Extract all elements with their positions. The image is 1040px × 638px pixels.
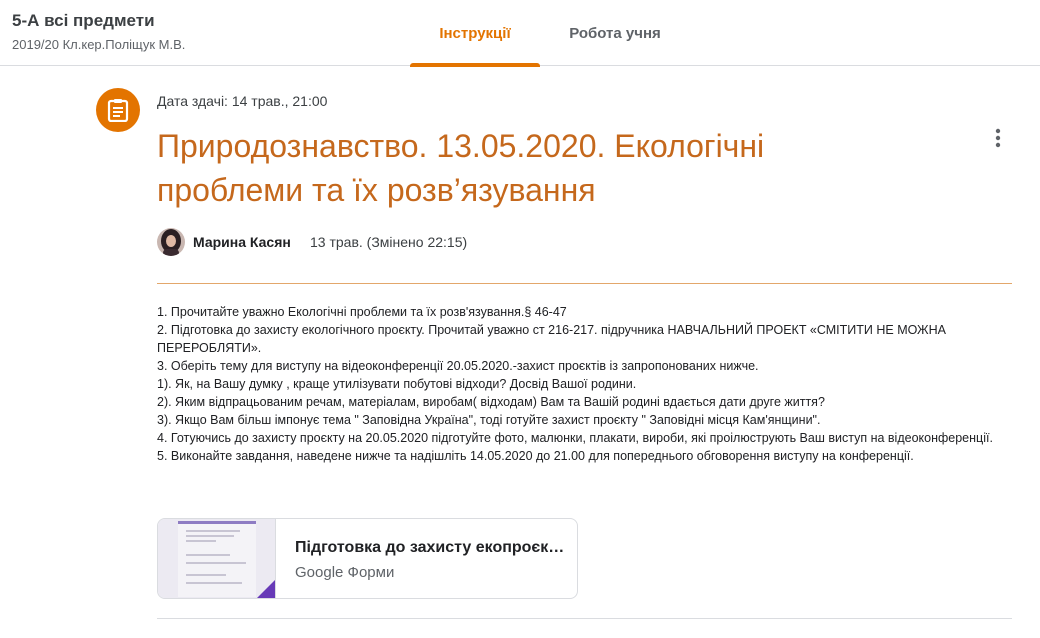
attachment-card[interactable]: Підготовка до захисту екопроєкту Google … (157, 518, 578, 599)
form-thumbnail (158, 519, 276, 598)
preview-line (186, 540, 216, 542)
preview-line (186, 582, 242, 584)
instruction-line: 1. Прочитайте уважно Екологічні проблеми… (157, 305, 567, 319)
preview-line (186, 574, 226, 576)
class-subtitle: 2019/20 Кл.кер.Поліщук М.В. (12, 37, 186, 52)
assignment-title: Природознавство. 13.05.2020. Екологічні … (157, 128, 765, 208)
due-date: Дата здачі: 14 трав., 21:00 (157, 93, 328, 109)
form-preview-sheet (178, 521, 256, 597)
attachment-type: Google Форми (295, 564, 395, 581)
attachment-title: Підготовка до захисту екопроєкту (295, 539, 565, 556)
class-info[interactable]: 5-А всі предмети 2019/20 Кл.кер.Поліщук … (12, 10, 185, 52)
preview-line (186, 554, 230, 556)
instruction-line: 2. Підготовка до захисту екологічного пр… (157, 323, 946, 355)
author-name: Марина Касян (193, 234, 291, 250)
preview-line (186, 562, 246, 564)
instruction-line: 2). Яким відпрацьованим речам, матеріала… (157, 395, 825, 409)
instructions-text: 1. Прочитайте уважно Екологічні проблеми… (157, 303, 1012, 465)
divider (157, 283, 1012, 284)
top-bar: 5-А всі предмети 2019/20 Кл.кер.Поліщук … (0, 0, 1040, 67)
posted-date: 13 трав. (Змінено 22:15) (310, 234, 468, 250)
instruction-line: 1). Як, на Вашу думку , краще утилізуват… (157, 377, 637, 391)
instruction-line: 3). Якщо Вам більш імпонує тема " Запові… (157, 413, 821, 427)
instruction-line: 3. Оберіть тему для виступу на відеоконф… (157, 359, 759, 373)
more-options-icon[interactable] (984, 122, 1012, 154)
avatar (157, 228, 185, 256)
preview-line (186, 535, 234, 537)
divider (157, 618, 1012, 619)
assignment-icon (96, 88, 140, 132)
preview-line (186, 530, 240, 532)
tab-instructions[interactable]: Інструкції (410, 0, 540, 67)
instruction-line: 5. Виконайте завдання, наведене нижче та… (157, 449, 914, 463)
google-forms-icon (255, 580, 275, 598)
class-name: 5-А всі предмети (12, 11, 155, 30)
instruction-line: 4. Готуючись до захисту проєкту на 20.05… (157, 431, 993, 445)
tab-student-work[interactable]: Робота учня (548, 0, 682, 66)
